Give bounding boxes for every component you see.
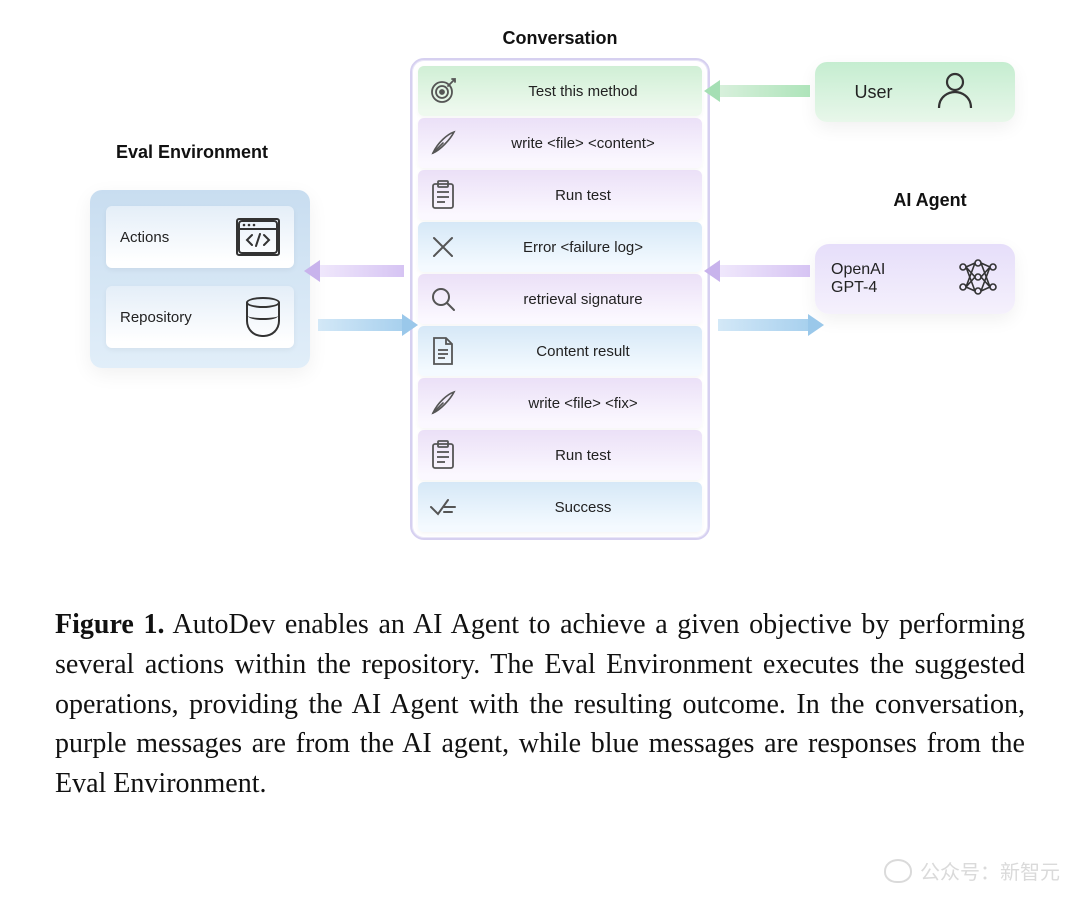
database-icon — [246, 297, 280, 337]
quill-icon — [424, 384, 462, 422]
conversation-message: write <file> <content> — [418, 118, 702, 168]
message-text: write <file> <content> — [476, 135, 690, 152]
arrow-conversation-to-agent — [718, 316, 810, 334]
arrow-agent-to-conversation — [718, 262, 810, 280]
user-label: User — [854, 82, 892, 103]
diagram: Eval Environment Actions Repository Conv… — [0, 0, 1080, 570]
neural-network-icon — [957, 257, 999, 302]
message-text: Content result — [476, 343, 690, 360]
eval-environment-title: Eval Environment — [92, 142, 292, 163]
target-icon — [424, 72, 462, 110]
eval-repository-item: Repository — [106, 286, 294, 348]
message-text: Run test — [476, 187, 690, 204]
message-text: Success — [476, 499, 690, 516]
document-icon — [424, 332, 462, 370]
agent-line1: OpenAI — [831, 261, 885, 279]
message-text: retrieval signature — [476, 291, 690, 308]
ai-agent-title: AI Agent — [870, 190, 990, 211]
message-text: Error <failure log> — [476, 239, 690, 256]
arrow-conversation-to-eval — [318, 262, 404, 280]
conversation-box: Test this method write <file> <content> Ru… — [410, 58, 710, 540]
figure-label: Figure 1. — [55, 609, 164, 640]
figure-caption: Figure 1. AutoDev enables an AI Agent to… — [55, 605, 1025, 804]
check-icon — [424, 488, 462, 526]
agent-line2: GPT-4 — [831, 279, 885, 297]
user-icon — [935, 70, 975, 115]
conversation-message: Error <failure log> — [418, 222, 702, 272]
watermark: 公众号：新智元 — [884, 856, 1060, 885]
arrow-user-to-conversation — [718, 82, 810, 100]
ai-agent-box: OpenAI GPT-4 — [815, 244, 1015, 314]
conversation-message: Test this method — [418, 66, 702, 116]
user-box: User — [815, 62, 1015, 122]
figure-text: AutoDev enables an AI Agent to achieve a… — [55, 609, 1025, 799]
conversation-message: Success — [418, 482, 702, 532]
conversation-message: retrieval signature — [418, 274, 702, 324]
message-text: Run test — [476, 447, 690, 464]
conversation-message: Content result — [418, 326, 702, 376]
clipboard-icon — [424, 176, 462, 214]
conversation-title: Conversation — [480, 28, 640, 49]
actions-label: Actions — [120, 229, 169, 246]
repository-label: Repository — [120, 309, 192, 326]
eval-environment-box: Actions Repository — [90, 190, 310, 368]
conversation-message: Run test — [418, 170, 702, 220]
clipboard-icon — [424, 436, 462, 474]
x-icon — [424, 228, 462, 266]
message-text: write <file> <fix> — [476, 395, 690, 412]
code-window-icon — [236, 218, 280, 256]
eval-actions-item: Actions — [106, 206, 294, 268]
conversation-message: Run test — [418, 430, 702, 480]
agent-model-label: OpenAI GPT-4 — [831, 261, 885, 297]
wechat-icon — [884, 859, 912, 883]
quill-icon — [424, 124, 462, 162]
arrow-eval-to-conversation — [318, 316, 404, 334]
search-icon — [424, 280, 462, 318]
conversation-message: write <file> <fix> — [418, 378, 702, 428]
watermark-text: 公众号：新智元 — [920, 856, 1060, 885]
message-text: Test this method — [476, 83, 690, 100]
